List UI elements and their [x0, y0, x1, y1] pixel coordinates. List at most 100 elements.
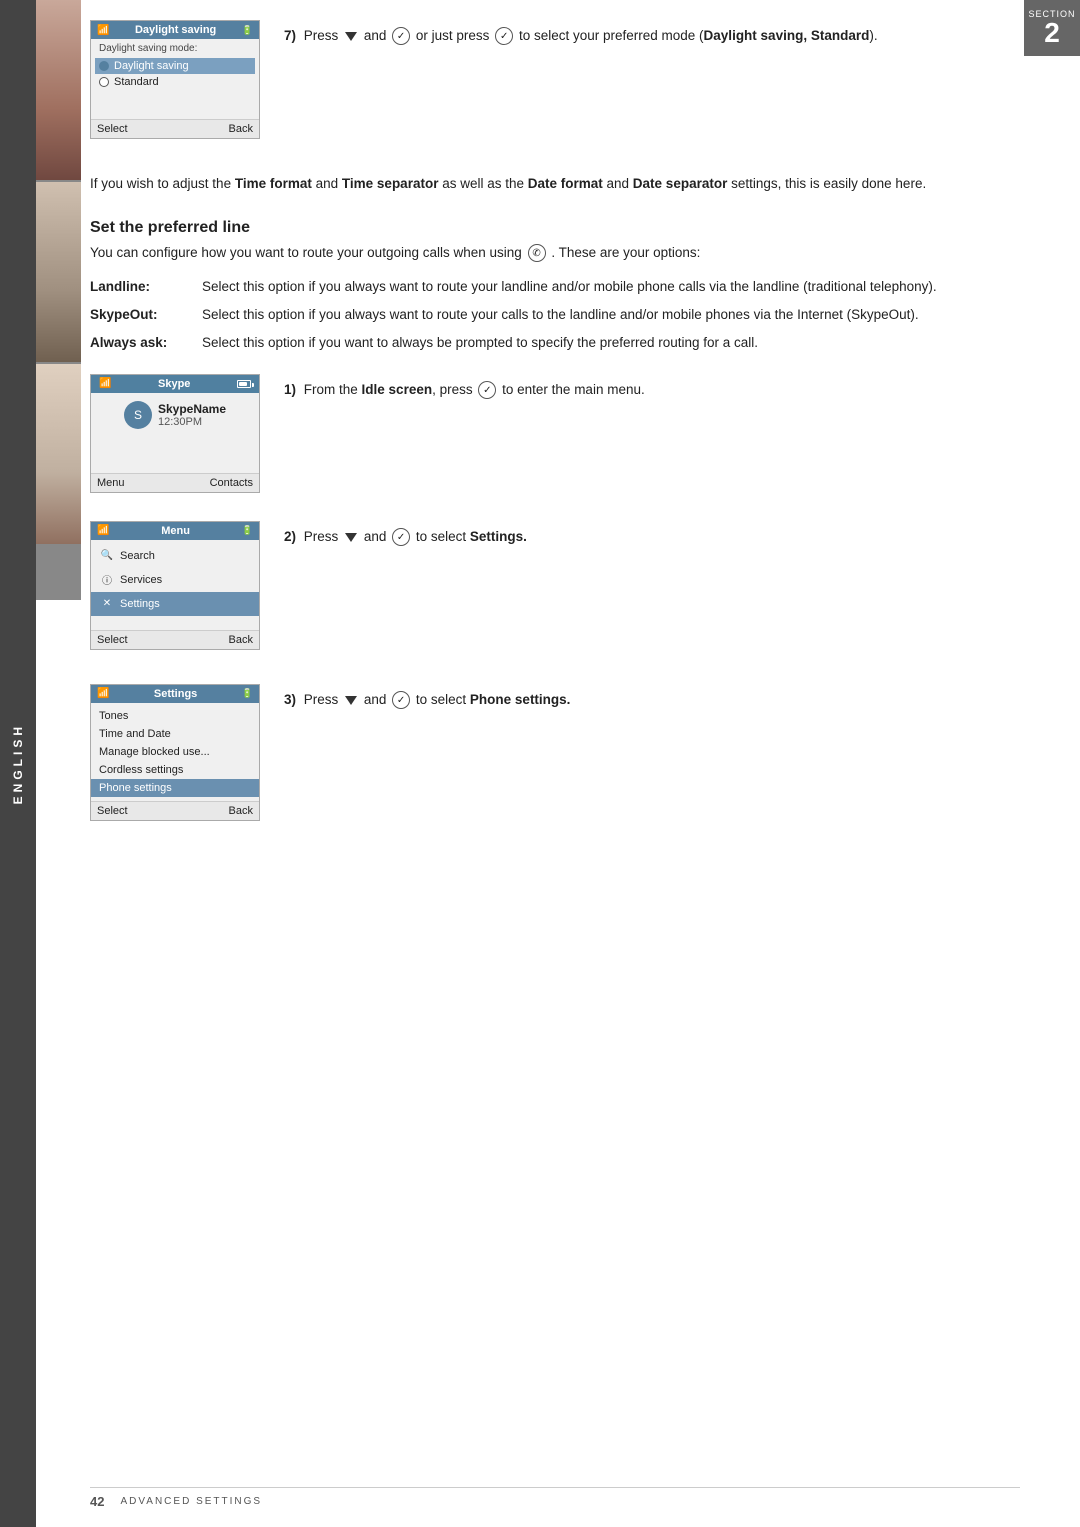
footer-label: ADVANCED SETTINGS	[120, 1496, 262, 1507]
step1-from: From the	[304, 382, 362, 397]
idle-screen: 📶 Skype S SkypeName 12:30PM	[90, 374, 260, 493]
menu-titlebar: 📶 Menu 🔋	[91, 522, 259, 540]
skype-username: SkypeName	[158, 402, 226, 416]
step2-row: 📶 Menu 🔋 🔍 Search ⓘ Services ✕ S	[90, 521, 1020, 656]
settings-item-blocked[interactable]: Manage blocked use...	[91, 743, 259, 761]
step3-press: Press	[304, 692, 339, 707]
ok-button-icon-7b: ✓	[495, 27, 513, 45]
preferred-line-subtext-2: . These are your options:	[551, 245, 700, 260]
sidebar: ENGLISH	[0, 0, 36, 1527]
menu-item-settings-label: Settings	[120, 598, 160, 610]
daylight-select-btn[interactable]: Select	[97, 123, 128, 135]
step3-row: 📶 Settings 🔋 Tones Time and Date Manage …	[90, 684, 1020, 827]
step2-press: Press	[304, 529, 339, 544]
signal-menu-icon: 📶	[97, 525, 109, 536]
settings-title: Settings	[154, 688, 197, 700]
intro-text2: and	[312, 176, 342, 191]
settings-back-btn[interactable]: Back	[229, 805, 253, 817]
settings-select-btn[interactable]: Select	[97, 805, 128, 817]
skype-avatar: S	[124, 401, 152, 429]
settings-item-cordless[interactable]: Cordless settings	[91, 761, 259, 779]
skype-username-block: SkypeName 12:30PM	[158, 402, 226, 428]
intro-bold2: Time separator	[342, 176, 439, 191]
idle-menu-btn[interactable]: Menu	[97, 477, 125, 489]
arrow-down-icon-3	[345, 696, 357, 705]
search-icon: 🔍	[99, 548, 115, 564]
daylight-option-1[interactable]: Standard	[99, 74, 251, 90]
def-desc-landline: Select this option if you always want to…	[202, 277, 1020, 297]
step3-text: 3) Press and ✓ to select Phone settings.	[284, 684, 1020, 710]
step7-and: and	[364, 28, 387, 43]
step3-bold: Phone settings.	[470, 692, 571, 707]
daylight-mode-label: Daylight saving mode:	[99, 43, 251, 54]
settings-item-phone[interactable]: Phone settings	[91, 779, 259, 797]
menu-body: 🔍 Search ⓘ Services ✕ Settings	[91, 540, 259, 630]
daylight-option-0[interactable]: Daylight saving	[95, 58, 255, 74]
section-badge: SECTION 2	[1024, 0, 1080, 56]
intro-bold4: Date separator	[633, 176, 728, 191]
settings-footer: Select Back	[91, 801, 259, 820]
intro-text5: settings, this is easily done here.	[727, 176, 926, 191]
battery-area: 🔋	[242, 25, 253, 36]
ok-button-icon-3: ✓	[392, 691, 410, 709]
menu-select-btn[interactable]: Select	[97, 634, 128, 646]
section-number: 2	[1044, 19, 1060, 47]
settings-titlebar: 📶 Settings 🔋	[91, 685, 259, 703]
step7-row: 📶 Daylight saving 🔋 Daylight saving mode…	[90, 20, 1020, 145]
def-desc-alwaysask: Select this option if you want to always…	[202, 333, 1020, 353]
idle-title: Skype	[158, 378, 190, 390]
idle-contacts-btn[interactable]: Contacts	[210, 477, 253, 489]
settings-screen: 📶 Settings 🔋 Tones Time and Date Manage …	[90, 684, 260, 821]
preferred-line-heading: Set the preferred line	[90, 219, 1020, 237]
daylight-back-btn[interactable]: Back	[229, 123, 253, 135]
step1-press: , press	[432, 382, 473, 397]
skype-time: 12:30PM	[158, 416, 226, 428]
step7-bold: Daylight saving, Standard	[704, 28, 870, 43]
menu-footer: Select Back	[91, 630, 259, 649]
menu-item-settings[interactable]: ✕ Settings	[91, 592, 259, 616]
menu-item-search-label: Search	[120, 550, 155, 562]
ok-button-icon-1: ✓	[478, 381, 496, 399]
battery-fill	[239, 382, 247, 386]
idle-titlebar: 📶 Skype	[91, 375, 259, 393]
services-icon: ⓘ	[99, 572, 115, 588]
page-number: 42	[90, 1494, 104, 1509]
intro-text3: as well as the	[438, 176, 527, 191]
battery-menu: 🔋	[242, 525, 253, 536]
step2-to-select: to select	[416, 529, 470, 544]
menu-title: Menu	[161, 525, 190, 537]
intro-text: If you wish to adjust the Time format an…	[90, 173, 1020, 195]
step7-or: or just press	[416, 28, 490, 43]
menu-item-services[interactable]: ⓘ Services	[91, 568, 259, 592]
step7-after: to select your preferred mode (Daylight …	[519, 28, 878, 43]
ok-button-icon-2: ✓	[392, 528, 410, 546]
def-item-alwaysask: Always ask: Select this option if you wa…	[90, 333, 1020, 353]
daylight-footer: Select Back	[91, 119, 259, 138]
preferred-line-subtext-1: You can configure how you want to route …	[90, 245, 522, 260]
intro-bold3: Date format	[528, 176, 603, 191]
def-term-landline: Landline:	[90, 277, 190, 297]
preferred-line-subtext: You can configure how you want to route …	[90, 243, 1020, 263]
daylight-option-1-label: Standard	[114, 76, 159, 88]
battery-icon	[237, 380, 251, 388]
step1-after: to enter the main menu.	[502, 382, 645, 397]
menu-back-btn[interactable]: Back	[229, 634, 253, 646]
settings-item-tones[interactable]: Tones	[91, 707, 259, 725]
step2-screen: 📶 Menu 🔋 🔍 Search ⓘ Services ✕ S	[90, 521, 260, 656]
def-item-landline: Landline: Select this option if you alwa…	[90, 277, 1020, 297]
signal-icon: 📶	[97, 25, 109, 36]
daylight-option-0-label: Daylight saving	[114, 60, 189, 72]
daylight-title: Daylight saving	[135, 24, 216, 36]
arrow-down-icon	[345, 32, 357, 41]
skype-name-row: S SkypeName 12:30PM	[124, 401, 226, 429]
signal-settings-icon: 📶	[97, 688, 109, 699]
person-images	[36, 0, 81, 600]
def-term-skypeout: SkypeOut:	[90, 305, 190, 325]
settings-item-timedate[interactable]: Time and Date	[91, 725, 259, 743]
sidebar-language-label: ENGLISH	[11, 723, 25, 804]
daylight-screen: 📶 Daylight saving 🔋 Daylight saving mode…	[90, 20, 260, 139]
step7-press: Press	[304, 28, 339, 43]
menu-item-search[interactable]: 🔍 Search	[91, 544, 259, 568]
page-footer: 42 ADVANCED SETTINGS	[90, 1487, 1020, 1509]
step3-screen: 📶 Settings 🔋 Tones Time and Date Manage …	[90, 684, 260, 827]
